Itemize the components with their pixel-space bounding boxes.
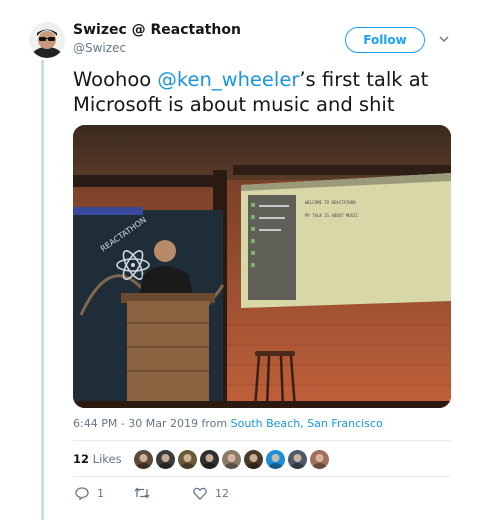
location-link[interactable]: South Beach, San Francisco	[231, 417, 383, 430]
likes-count: 12	[73, 452, 90, 466]
like-count: 12	[215, 487, 229, 500]
tweet-photo[interactable]: WELCOME TO REACTATHON MY TALK IS ABOUT M…	[73, 125, 451, 408]
liker-avatar[interactable]	[134, 450, 153, 469]
reply-icon	[75, 487, 89, 500]
author-name[interactable]: Swizec @ Reactathon	[73, 22, 241, 38]
liker-avatar[interactable]	[156, 450, 175, 469]
author-handle[interactable]: @Swizec	[73, 41, 126, 55]
timestamp[interactable]: 6:44 PM - 30 Mar 2019 from	[73, 417, 231, 430]
heart-icon	[193, 487, 207, 500]
slide-subtitle: MY TALK IS ABOUT MUSIC	[305, 213, 359, 218]
thread-line	[41, 60, 44, 520]
mention-link[interactable]: @ken_wheeler	[157, 68, 299, 91]
reply-button[interactable]: 1	[75, 487, 104, 500]
divider-top	[73, 440, 451, 441]
slide-title: WELCOME TO REACTATHON	[305, 200, 356, 205]
likes-summary[interactable]: 12 Likes	[73, 452, 122, 466]
liker-avatar[interactable]	[266, 450, 285, 469]
follow-button[interactable]: Follow	[345, 27, 425, 53]
liker-avatar[interactable]	[288, 450, 307, 469]
liker-avatar[interactable]	[222, 450, 241, 469]
liker-avatar[interactable]	[178, 450, 197, 469]
liker-avatar[interactable]	[310, 450, 329, 469]
author-avatar[interactable]	[29, 22, 65, 58]
divider-bottom	[73, 476, 451, 477]
liker-avatar[interactable]	[200, 450, 219, 469]
like-button[interactable]: 12	[193, 487, 229, 500]
reply-count: 1	[97, 487, 104, 500]
tweet-text-prefix: Woohoo	[73, 68, 158, 91]
tweet-meta: 6:44 PM - 30 Mar 2019 from South Beach, …	[73, 417, 383, 430]
retweet-button[interactable]	[134, 487, 158, 499]
liker-avatar[interactable]	[244, 450, 263, 469]
retweet-icon	[134, 487, 150, 499]
likes-label: Likes	[92, 452, 122, 466]
chevron-down-icon[interactable]	[439, 34, 449, 44]
tweet-text: Woohoo @ken_wheeler’s first talk at Micr…	[73, 67, 463, 117]
